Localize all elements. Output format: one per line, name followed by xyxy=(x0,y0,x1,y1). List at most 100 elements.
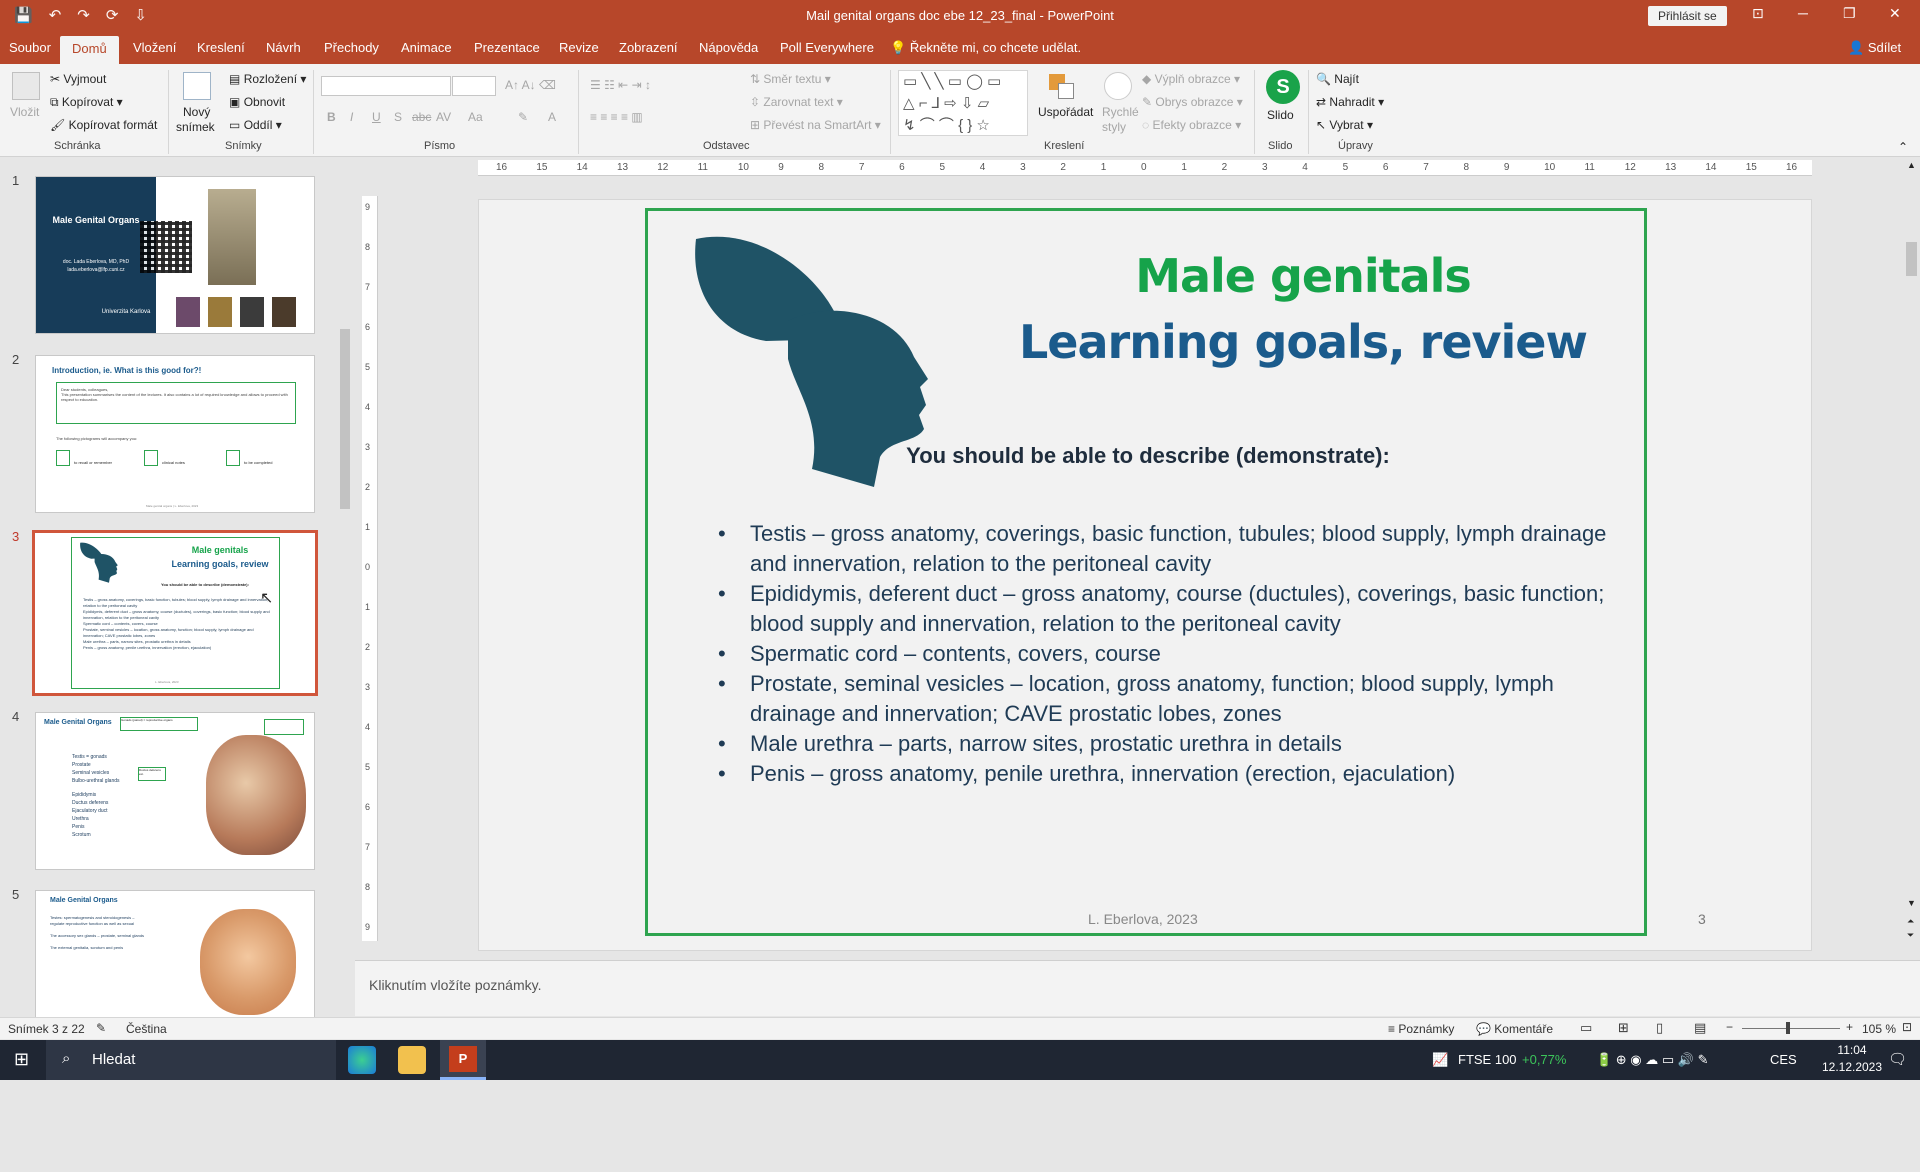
tab-view[interactable]: Zobrazení xyxy=(619,40,678,55)
tab-help[interactable]: Nápověda xyxy=(699,40,758,55)
copy-button[interactable]: ⧉ Kopírovat ▾ xyxy=(50,95,123,110)
section-button[interactable]: ▭ Oddíl ▾ xyxy=(229,118,282,132)
font-size-input[interactable] xyxy=(452,76,496,96)
font-name-input[interactable] xyxy=(321,76,451,96)
slide-thumbnail-2[interactable]: Introduction, ie. What is this good for?… xyxy=(35,355,315,513)
clock-time[interactable]: 11:04 xyxy=(1822,1043,1882,1057)
sign-in-button[interactable]: Přihlásit se xyxy=(1648,6,1727,26)
next-slide-icon[interactable]: ⏷ xyxy=(1907,930,1914,941)
new-slide-icon[interactable] xyxy=(183,72,211,100)
strikethrough-button[interactable]: abc xyxy=(412,110,431,124)
scrollbar-thumb[interactable] xyxy=(1906,242,1917,276)
ftse-label[interactable]: FTSE 100 xyxy=(1458,1052,1517,1067)
tab-home[interactable]: Domů xyxy=(60,36,119,64)
zoom-in-icon[interactable]: + xyxy=(1846,1020,1853,1034)
powerpoint-taskbar-button[interactable]: P xyxy=(440,1040,486,1080)
scroll-up-icon[interactable]: ▲ xyxy=(1907,160,1916,170)
file-explorer-icon[interactable] xyxy=(398,1046,426,1074)
arrange-button[interactable]: Uspořádat xyxy=(1038,105,1093,119)
zoom-slider-thumb[interactable] xyxy=(1786,1022,1790,1034)
scroll-down-icon[interactable]: ▼ xyxy=(1907,898,1916,908)
shape-fill-button[interactable]: ◆ Výplň obrazce ▾ xyxy=(1142,72,1240,86)
underline-button[interactable]: U xyxy=(372,110,381,124)
quick-styles-line2[interactable]: styly xyxy=(1102,120,1126,134)
tab-review[interactable]: Revize xyxy=(559,40,599,55)
smartart-button[interactable]: ⊞ Převést na SmartArt ▾ xyxy=(750,118,881,132)
highlight-button[interactable]: ✎ xyxy=(518,110,528,124)
sorter-view-icon[interactable]: ⊞ xyxy=(1618,1020,1629,1036)
minimize-icon[interactable]: ─ xyxy=(1798,5,1808,21)
shape-effects-button[interactable]: ◌ Efekty obrazce ▾ xyxy=(1142,118,1241,132)
close-icon[interactable]: ✕ xyxy=(1889,5,1901,22)
shape-outline-button[interactable]: ✎ Obrys obrazce ▾ xyxy=(1142,95,1243,109)
layout-button[interactable]: ▤ Rozložení ▾ xyxy=(229,72,306,86)
comments-button[interactable]: 💬 Komentáře xyxy=(1476,1022,1553,1036)
italic-button[interactable]: I xyxy=(350,110,353,124)
grow-font-icon[interactable]: A↑ A↓ ⌫ xyxy=(505,78,556,92)
slide-thumbnail-3[interactable]: Male genitals Learning goals, review You… xyxy=(32,530,318,696)
align-icon[interactable]: ≡ ≡ ≡ ≡ ▥ xyxy=(590,110,643,124)
windows-start-icon[interactable]: ⊞ xyxy=(14,1049,29,1070)
align-text-button[interactable]: ⇳ Zarovnat text ▾ xyxy=(750,95,843,109)
clock-date[interactable]: 12.12.2023 xyxy=(1816,1060,1888,1074)
tab-design[interactable]: Návrh xyxy=(266,40,301,55)
restore-icon[interactable]: ❐ xyxy=(1843,5,1856,22)
previous-slide-icon[interactable]: ⏶ xyxy=(1907,916,1914,927)
cut-button[interactable]: ✂ Vyjmout xyxy=(50,72,106,86)
quick-styles-icon[interactable] xyxy=(1104,72,1132,100)
paste-icon[interactable] xyxy=(12,72,40,100)
slide-content[interactable]: Male genitals Learning goals, review You… xyxy=(645,208,1706,936)
share-button[interactable]: 👤 Sdílet xyxy=(1848,40,1901,56)
paste-button[interactable]: Vložit xyxy=(10,105,39,119)
new-slide-line2[interactable]: snímek xyxy=(176,120,215,134)
zoom-level[interactable]: 105 % xyxy=(1862,1022,1896,1036)
zoom-slider[interactable] xyxy=(1742,1028,1840,1029)
tab-slideshow[interactable]: Prezentace xyxy=(474,40,540,55)
fit-to-window-icon[interactable]: ⊡ xyxy=(1902,1020,1912,1034)
tab-transitions[interactable]: Přechody xyxy=(324,40,379,55)
tray-icons[interactable]: 🔋 ⊕ ◉ ☁ ▭ 🔊 ✎ xyxy=(1596,1052,1708,1068)
tab-draw[interactable]: Kreslení xyxy=(197,40,245,55)
scrollbar-thumb[interactable] xyxy=(340,329,350,509)
shapes-gallery[interactable]: ▭ ╲ ╲ ▭ ◯ ▭ △ ⌐ ⅃ ⇨ ⇩ ▱ ↯ ⌒ ⌒ { } ☆ xyxy=(898,70,1028,136)
tab-animations[interactable]: Animace xyxy=(401,40,452,55)
find-button[interactable]: 🔍 Najít xyxy=(1316,72,1359,86)
notes-pane[interactable]: Kliknutím vložíte poznámky. xyxy=(355,960,1920,1016)
tab-file[interactable]: Soubor xyxy=(9,40,51,55)
spacing-button[interactable]: AV xyxy=(436,110,451,124)
notes-toggle-button[interactable]: ≡ Poznámky xyxy=(1388,1022,1454,1036)
slido-logo-icon[interactable]: S xyxy=(1266,70,1300,104)
language-status[interactable]: Čeština xyxy=(126,1022,167,1036)
replace-button[interactable]: ⇄ Nahradit ▾ xyxy=(1316,95,1384,109)
collapse-ribbon-icon[interactable]: ⌃ xyxy=(1898,140,1908,154)
font-color-button[interactable]: A xyxy=(548,110,556,124)
input-language[interactable]: CES xyxy=(1770,1052,1797,1067)
spellcheck-icon[interactable]: ✎ xyxy=(96,1021,106,1035)
tab-poll-everywhere[interactable]: Poll Everywhere xyxy=(780,40,874,55)
reading-view-icon[interactable]: ▯ xyxy=(1656,1020,1663,1036)
slide-scrollbar[interactable]: ▲ ▼ ⏶ ⏷ xyxy=(1903,160,1920,950)
shadow-button[interactable]: S xyxy=(394,110,402,124)
format-painter-button[interactable]: 🖌 Kopírovat formát xyxy=(50,118,157,132)
bold-button[interactable]: B xyxy=(327,110,336,124)
slide-thumbnail-1[interactable]: Male Genital Organs doc. Lada Eberlova, … xyxy=(35,176,315,334)
slide-thumbnail-4[interactable]: Male Genital Organs Gonads (paired) = re… xyxy=(35,712,315,870)
new-slide-line1[interactable]: Nový xyxy=(183,105,210,119)
text-direction-button[interactable]: ⇅ Směr textu ▾ xyxy=(750,72,831,86)
reset-button[interactable]: ▣ Obnovit xyxy=(229,95,285,109)
select-button[interactable]: ↖ Vybrat ▾ xyxy=(1316,118,1373,132)
ribbon-display-icon[interactable]: ⊡ xyxy=(1752,5,1764,22)
zoom-out-icon[interactable]: − xyxy=(1726,1020,1733,1034)
notifications-icon[interactable]: 🗨 xyxy=(1888,1050,1907,1068)
slido-button[interactable]: Slido xyxy=(1267,108,1294,122)
taskbar-search[interactable]: ⌕ Hledat xyxy=(46,1040,336,1080)
arrange-icon[interactable] xyxy=(1049,74,1075,100)
slide-thumbnail-5[interactable]: Male Genital Organs Testes: spermatogene… xyxy=(35,890,315,1020)
edge-browser-icon[interactable] xyxy=(348,1046,376,1074)
change-case-button[interactable]: Aa xyxy=(468,110,483,124)
tab-insert[interactable]: Vložení xyxy=(133,40,176,55)
normal-view-icon[interactable]: ▭ xyxy=(1580,1020,1592,1036)
slideshow-view-icon[interactable]: ▤ xyxy=(1694,1020,1706,1036)
tell-me-input[interactable]: 💡 Řekněte mi, co chcete udělat. xyxy=(890,40,1081,56)
quick-styles-line1[interactable]: Rychlé xyxy=(1102,105,1139,119)
